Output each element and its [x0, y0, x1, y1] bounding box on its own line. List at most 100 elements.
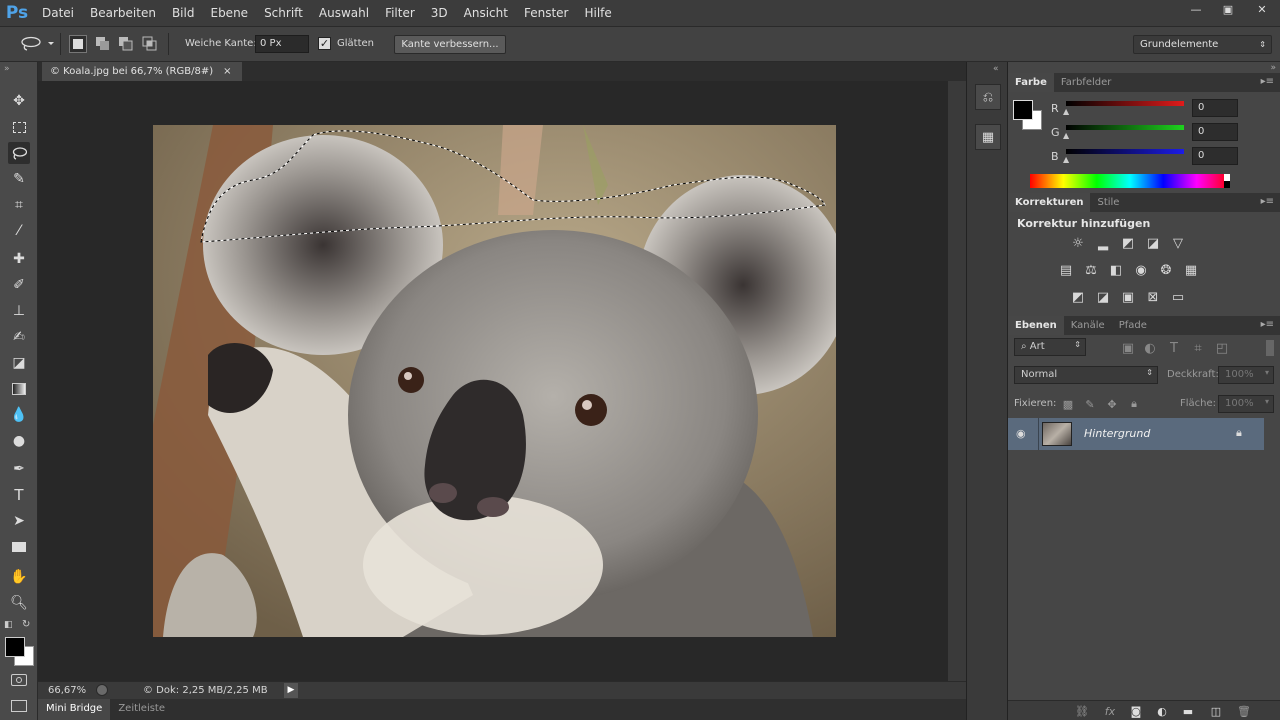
menu-datei[interactable]: Datei — [34, 0, 82, 26]
quick-mask-icon[interactable] — [11, 674, 27, 686]
tab-zeitleiste[interactable]: Zeitleiste — [110, 699, 173, 720]
koala-image[interactable] — [153, 125, 836, 637]
new-adjustment-layer-icon[interactable]: ◐ — [1154, 703, 1170, 719]
menu-filter[interactable]: Filter — [377, 0, 423, 26]
filter-adjustment-icon[interactable]: ◐ — [1142, 340, 1158, 356]
restore-button[interactable]: ▣ — [1212, 0, 1244, 18]
add-to-selection-icon[interactable] — [95, 36, 111, 52]
filter-smartobject-icon[interactable]: ◰ — [1214, 340, 1230, 356]
menu-schrift[interactable]: Schrift — [256, 0, 311, 26]
fill-input[interactable]: 100% ▾ — [1218, 395, 1274, 413]
workspace-select[interactable]: Grundelemente ⇕ — [1133, 35, 1272, 54]
hand-tool-icon[interactable]: ✋ — [8, 566, 30, 588]
marquee-tool-icon[interactable] — [8, 116, 30, 138]
close-button[interactable]: ✕ — [1244, 0, 1280, 18]
exposure-icon[interactable]: ◪ — [1145, 235, 1161, 251]
dodge-tool-icon[interactable]: ● — [8, 430, 30, 452]
antialias-checkbox[interactable]: ✓ — [318, 37, 331, 50]
layer-style-icon[interactable]: fx — [1102, 703, 1118, 719]
tab-farbe[interactable]: Farbe — [1008, 73, 1054, 92]
fg-color-chip[interactable] — [1013, 100, 1033, 120]
lock-transparency-icon[interactable]: ▩ — [1060, 396, 1076, 412]
panel-menu-icon[interactable]: ▸≡ — [1261, 319, 1274, 330]
opacity-input[interactable]: 100% ▾ — [1218, 366, 1274, 384]
rectangle-tool-icon[interactable] — [8, 536, 30, 558]
tab-close-icon[interactable]: × — [223, 62, 231, 81]
tab-korrekturen[interactable]: Korrekturen — [1008, 193, 1091, 212]
swap-colors-icon[interactable]: ↻ — [22, 619, 30, 630]
layer-lock-icon[interactable]: 🔒︎ — [1236, 426, 1242, 440]
lasso-preset-icon[interactable] — [20, 36, 54, 52]
menu-ebene[interactable]: Ebene — [202, 0, 256, 26]
refine-edge-button[interactable]: Kante verbessern... — [394, 35, 506, 54]
menu-3d[interactable]: 3D — [423, 0, 456, 26]
channel-b-value[interactable]: 0 — [1192, 147, 1238, 165]
filter-shape-icon[interactable]: ⌗ — [1190, 340, 1206, 356]
subtract-selection-icon[interactable] — [118, 36, 134, 52]
delete-layer-icon[interactable]: 🗑︎ — [1236, 703, 1252, 719]
tab-mini-bridge[interactable]: Mini Bridge — [38, 699, 111, 720]
tab-farbfelder[interactable]: Farbfelder — [1054, 73, 1118, 92]
photo-filter-icon[interactable]: ◉ — [1133, 262, 1149, 278]
layer-name[interactable]: Hintergrund — [1084, 427, 1150, 440]
gradient-tool-icon[interactable] — [8, 378, 30, 400]
menu-auswahl[interactable]: Auswahl — [311, 0, 377, 26]
slider-thumb-icon[interactable]: ▲ — [1063, 107, 1069, 116]
channel-r-slider[interactable] — [1066, 101, 1184, 106]
hue-saturation-icon[interactable]: ▤ — [1058, 262, 1074, 278]
blur-tool-icon[interactable]: 💧 — [8, 404, 30, 426]
lasso-tool-icon[interactable] — [8, 142, 30, 164]
minimize-button[interactable]: — — [1180, 0, 1212, 18]
new-group-icon[interactable]: ▬ — [1180, 703, 1196, 719]
menu-fenster[interactable]: Fenster — [516, 0, 577, 26]
path-selection-tool-icon[interactable]: ➤ — [8, 510, 30, 532]
filter-type-icon[interactable]: T — [1166, 340, 1182, 356]
brush-tool-icon[interactable]: ✐ — [8, 274, 30, 296]
posterize-icon[interactable]: ◪ — [1095, 289, 1111, 305]
slider-thumb-icon[interactable]: ▲ — [1063, 155, 1069, 164]
visibility-eye-icon[interactable]: ◉ — [1016, 427, 1026, 440]
healing-brush-tool-icon[interactable]: ✚ — [8, 248, 30, 270]
menu-hilfe[interactable]: Hilfe — [576, 0, 619, 26]
panel-menu-icon[interactable]: ▸≡ — [1261, 196, 1274, 207]
vertical-scrollbar[interactable] — [948, 81, 966, 681]
channel-mixer-icon[interactable]: ❂ — [1158, 262, 1174, 278]
threshold-icon[interactable]: ▣ — [1120, 289, 1136, 305]
tab-ebenen[interactable]: Ebenen — [1008, 316, 1064, 335]
history-panel-icon[interactable]: ⎌ — [975, 84, 1001, 110]
quick-selection-tool-icon[interactable]: ✎ — [8, 168, 30, 190]
blend-mode-select[interactable]: Normal ⇕ — [1014, 366, 1158, 384]
zoom-level[interactable]: 66,67% — [48, 685, 86, 696]
collapse-icon[interactable]: » — [4, 64, 10, 74]
new-selection-icon[interactable] — [69, 35, 87, 53]
channel-g-slider[interactable] — [1066, 125, 1184, 130]
channel-r-value[interactable]: 0 — [1192, 99, 1238, 117]
brightness-contrast-icon[interactable]: ☼ — [1070, 235, 1086, 251]
clone-stamp-tool-icon[interactable]: ⊥ — [8, 300, 30, 322]
doc-info-icon[interactable] — [96, 684, 108, 696]
document-tab[interactable]: © Koala.jpg bei 66,7% (RGB/8#) × — [42, 62, 242, 81]
move-tool-icon[interactable]: ✥ — [8, 90, 30, 112]
properties-panel-icon[interactable]: ▦ — [975, 124, 1001, 150]
new-layer-icon[interactable]: ◫ — [1208, 703, 1224, 719]
filter-pixel-icon[interactable]: ▣ — [1120, 340, 1136, 356]
tab-kanaele[interactable]: Kanäle — [1064, 316, 1112, 335]
default-colors-icon[interactable]: ◧ — [4, 620, 13, 630]
tab-pfade[interactable]: Pfade — [1112, 316, 1154, 335]
collapse-dock-icon[interactable]: » — [1270, 63, 1276, 73]
curves-icon[interactable]: ◩ — [1120, 235, 1136, 251]
pen-tool-icon[interactable]: ✒ — [8, 458, 30, 480]
link-layers-icon[interactable]: ⛓ — [1074, 703, 1090, 719]
layer-filter-select[interactable]: ⌕ Art ⇕ — [1014, 338, 1086, 356]
color-spectrum-bar[interactable] — [1030, 174, 1230, 188]
selective-color-icon[interactable]: ⊠ — [1145, 289, 1161, 305]
tab-stile[interactable]: Stile — [1090, 193, 1126, 212]
panel-menu-icon[interactable]: ▸≡ — [1261, 76, 1274, 87]
channel-g-value[interactable]: 0 — [1192, 123, 1238, 141]
invert-icon[interactable]: ◩ — [1070, 289, 1086, 305]
menu-bild[interactable]: Bild — [164, 0, 203, 26]
canvas-area[interactable] — [38, 81, 948, 681]
layer-mask-icon[interactable]: ◙ — [1128, 703, 1144, 719]
channel-b-slider[interactable] — [1066, 149, 1184, 154]
color-lookup-icon[interactable]: ▦ — [1183, 262, 1199, 278]
